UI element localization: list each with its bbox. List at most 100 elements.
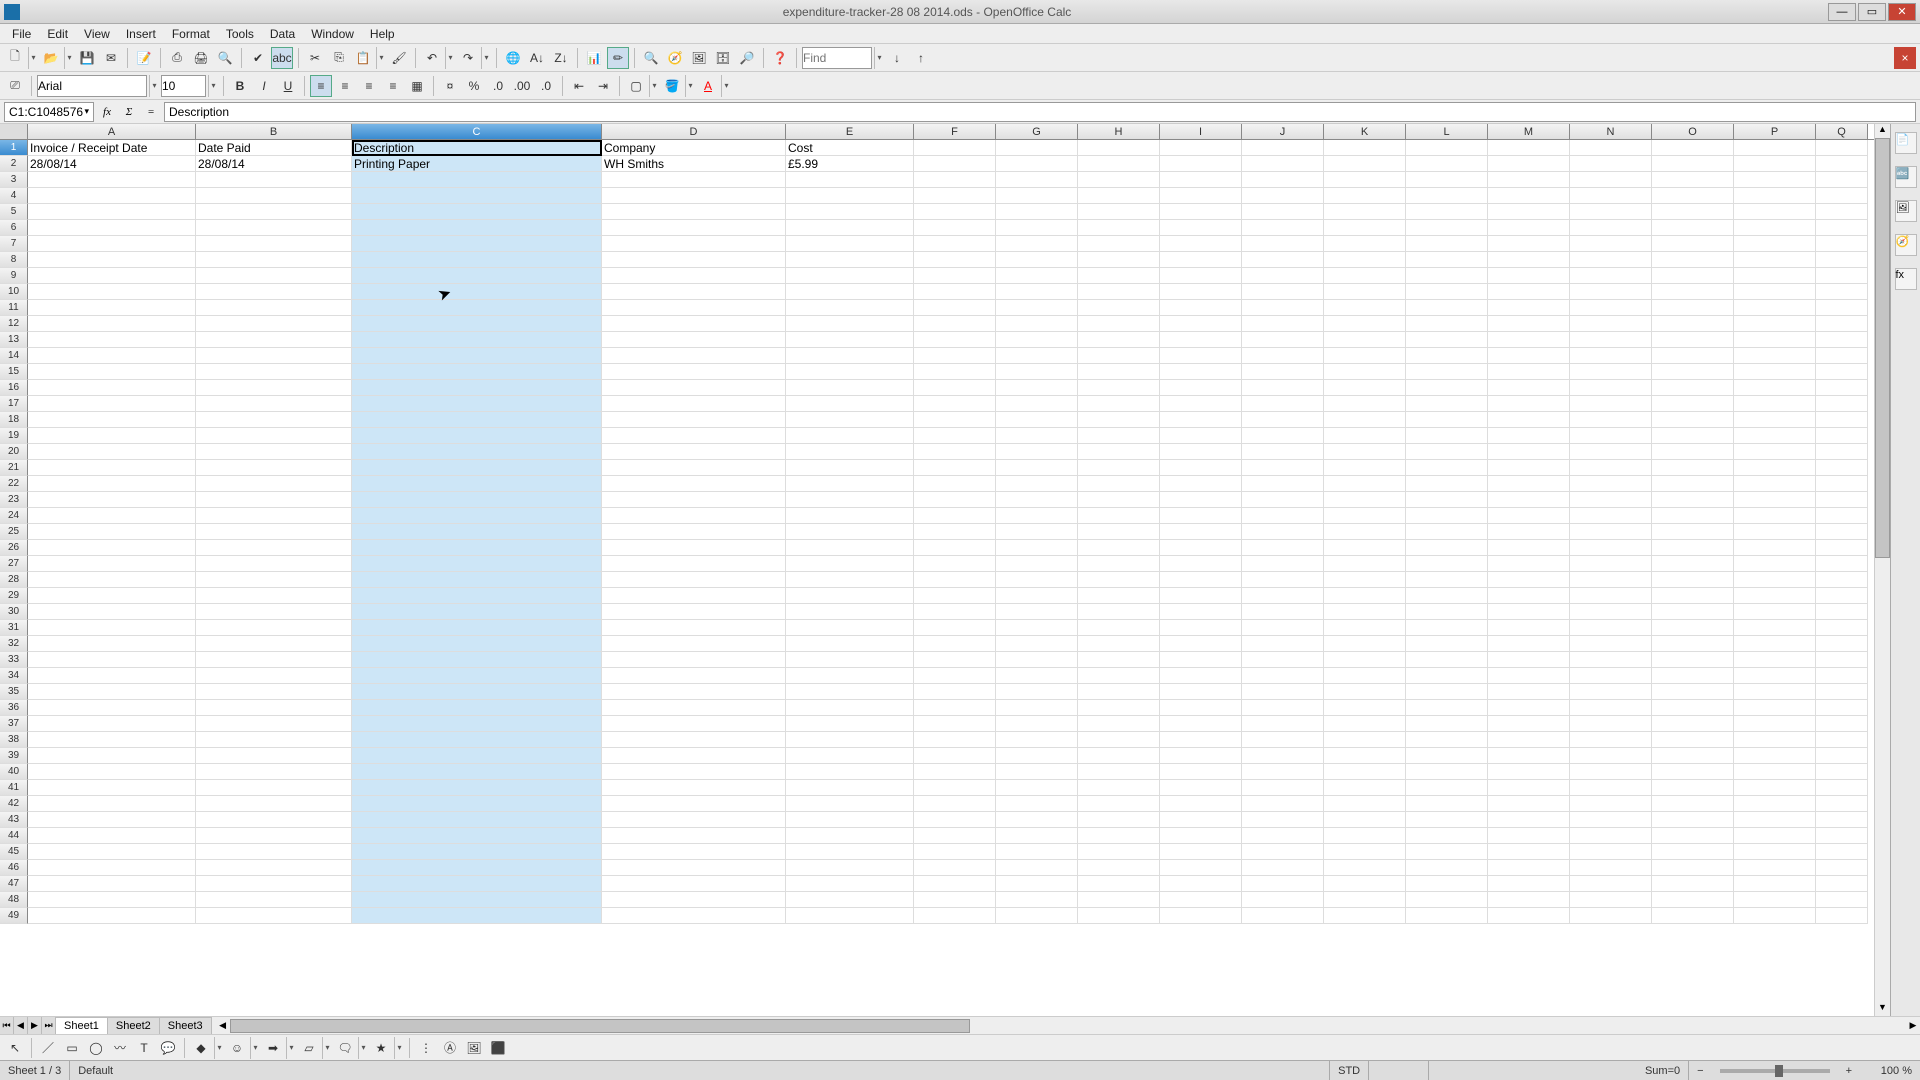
cell-H7[interactable]: [1078, 236, 1160, 252]
cell-H22[interactable]: [1078, 476, 1160, 492]
gallery-panel-icon[interactable]: 🖼: [1895, 200, 1917, 222]
cell-A5[interactable]: [28, 204, 196, 220]
cell-A26[interactable]: [28, 540, 196, 556]
cell-Q40[interactable]: [1816, 764, 1868, 780]
cell-A49[interactable]: [28, 908, 196, 924]
cell-E26[interactable]: [786, 540, 914, 556]
cell-F26[interactable]: [914, 540, 996, 556]
cell-E7[interactable]: [786, 236, 914, 252]
cell-N40[interactable]: [1570, 764, 1652, 780]
cell-L34[interactable]: [1406, 668, 1488, 684]
row-header[interactable]: 27: [0, 556, 28, 572]
cell-Q27[interactable]: [1816, 556, 1868, 572]
cell-I4[interactable]: [1160, 188, 1242, 204]
scroll-left-icon[interactable]: ◀: [216, 1020, 230, 1031]
cell-I33[interactable]: [1160, 652, 1242, 668]
row-header[interactable]: 20: [0, 444, 28, 460]
cell-H11[interactable]: [1078, 300, 1160, 316]
freeform-icon[interactable]: 〰: [109, 1037, 131, 1059]
align-justify-icon[interactable]: ≡: [382, 75, 404, 97]
cell-D41[interactable]: [602, 780, 786, 796]
cell-I30[interactable]: [1160, 604, 1242, 620]
cell-B22[interactable]: [196, 476, 352, 492]
textbox-icon[interactable]: T: [133, 1037, 155, 1059]
column-header-H[interactable]: H: [1078, 124, 1160, 139]
cell-Q45[interactable]: [1816, 844, 1868, 860]
cell-K6[interactable]: [1324, 220, 1406, 236]
cell-G30[interactable]: [996, 604, 1078, 620]
cell-O31[interactable]: [1652, 620, 1734, 636]
cell-I42[interactable]: [1160, 796, 1242, 812]
cell-G15[interactable]: [996, 364, 1078, 380]
cell-Q48[interactable]: [1816, 892, 1868, 908]
cell-B12[interactable]: [196, 316, 352, 332]
cell-A11[interactable]: [28, 300, 196, 316]
cell-O14[interactable]: [1652, 348, 1734, 364]
cell-H32[interactable]: [1078, 636, 1160, 652]
cell-Q26[interactable]: [1816, 540, 1868, 556]
cell-M33[interactable]: [1488, 652, 1570, 668]
cell-D2[interactable]: WH Smiths: [602, 156, 786, 172]
cell-L31[interactable]: [1406, 620, 1488, 636]
cell-F31[interactable]: [914, 620, 996, 636]
cell-F25[interactable]: [914, 524, 996, 540]
cell-J22[interactable]: [1242, 476, 1324, 492]
column-header-P[interactable]: P: [1734, 124, 1816, 139]
cell-F41[interactable]: [914, 780, 996, 796]
cell-D5[interactable]: [602, 204, 786, 220]
cell-L33[interactable]: [1406, 652, 1488, 668]
cell-I46[interactable]: [1160, 860, 1242, 876]
cell-B34[interactable]: [196, 668, 352, 684]
cell-A46[interactable]: [28, 860, 196, 876]
cell-I17[interactable]: [1160, 396, 1242, 412]
cell-F18[interactable]: [914, 412, 996, 428]
cell-F7[interactable]: [914, 236, 996, 252]
cell-L16[interactable]: [1406, 380, 1488, 396]
cell-F33[interactable]: [914, 652, 996, 668]
cell-B43[interactable]: [196, 812, 352, 828]
row-header[interactable]: 3: [0, 172, 28, 188]
decrease-indent-icon[interactable]: ⇤: [568, 75, 590, 97]
cell-K39[interactable]: [1324, 748, 1406, 764]
cell-M4[interactable]: [1488, 188, 1570, 204]
cell-P14[interactable]: [1734, 348, 1816, 364]
cell-H10[interactable]: [1078, 284, 1160, 300]
cell-B32[interactable]: [196, 636, 352, 652]
cell-H45[interactable]: [1078, 844, 1160, 860]
cell-N31[interactable]: [1570, 620, 1652, 636]
cell-D31[interactable]: [602, 620, 786, 636]
row-header[interactable]: 8: [0, 252, 28, 268]
row-header[interactable]: 12: [0, 316, 28, 332]
cell-N45[interactable]: [1570, 844, 1652, 860]
cell-B41[interactable]: [196, 780, 352, 796]
callouts-icon[interactable]: 🗨: [334, 1037, 356, 1059]
cell-K3[interactable]: [1324, 172, 1406, 188]
cell-K19[interactable]: [1324, 428, 1406, 444]
flowchart-icon[interactable]: ▱: [298, 1037, 320, 1059]
cell-A36[interactable]: [28, 700, 196, 716]
cell-C46[interactable]: [352, 860, 602, 876]
cell-M26[interactable]: [1488, 540, 1570, 556]
cell-I28[interactable]: [1160, 572, 1242, 588]
cell-G6[interactable]: [996, 220, 1078, 236]
styles-panel-icon[interactable]: 🔤: [1895, 166, 1917, 188]
cell-N38[interactable]: [1570, 732, 1652, 748]
cell-O45[interactable]: [1652, 844, 1734, 860]
cell-H47[interactable]: [1078, 876, 1160, 892]
cell-C33[interactable]: [352, 652, 602, 668]
cell-H9[interactable]: [1078, 268, 1160, 284]
cell-B5[interactable]: [196, 204, 352, 220]
gallery-icon[interactable]: 🖼: [688, 47, 710, 69]
cell-P45[interactable]: [1734, 844, 1816, 860]
stars-icon[interactable]: ★: [370, 1037, 392, 1059]
column-header-J[interactable]: J: [1242, 124, 1324, 139]
cell-Q36[interactable]: [1816, 700, 1868, 716]
cell-N13[interactable]: [1570, 332, 1652, 348]
cell-J43[interactable]: [1242, 812, 1324, 828]
cell-O32[interactable]: [1652, 636, 1734, 652]
cell-A48[interactable]: [28, 892, 196, 908]
cell-Q28[interactable]: [1816, 572, 1868, 588]
font-name-combo[interactable]: [37, 75, 147, 97]
cell-K45[interactable]: [1324, 844, 1406, 860]
cell-H48[interactable]: [1078, 892, 1160, 908]
